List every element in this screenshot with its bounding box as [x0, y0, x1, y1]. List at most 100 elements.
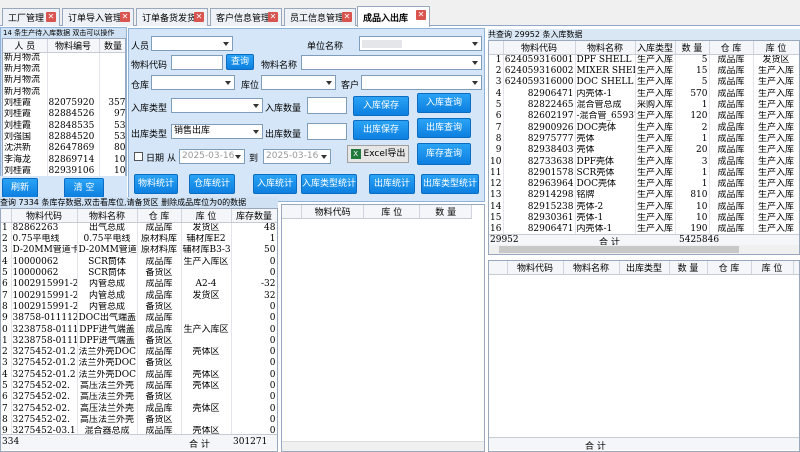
- table-row[interactable]: 1 82862263 出气总成 成品库 发货区 48: [1, 222, 277, 234]
- table-row[interactable]: 6 3275452-02. 高压法兰外壳 备货区 0: [1, 392, 277, 404]
- stock-grid[interactable]: 物料代码 物料名称仓 库库 位库存数量 1 82862263 出气总成 成品库 发货区 48…: [0, 208, 278, 452]
- table-row[interactable]: 1 624059316001 DPF SHELL 生产入库 5 成品库 发货区: [489, 54, 799, 66]
- table-row[interactable]: 9 82938403 壳体 生产入库 20 成品库 生产入库: [489, 145, 799, 157]
- column-header[interactable]: 物料编号: [47, 39, 100, 53]
- horizontal-scrollbar[interactable]: [282, 441, 484, 451]
- pending-row[interactable]: 新月物流: [3, 52, 125, 64]
- column-header[interactable]: 仓 库: [709, 41, 754, 55]
- pending-row[interactable]: 刘桂霞 82884526 97: [3, 109, 125, 121]
- date-to-picker[interactable]: 2025-03-16: [263, 149, 331, 164]
- table-row[interactable]: 14 82915238 壳体-2 生产入库 10 成品库 生产入库: [489, 201, 799, 213]
- column-header[interactable]: 数 量: [419, 205, 472, 219]
- table-row[interactable]: 3 624059316000 DOC SHELL 生产入库 5 成品库 生产入库: [489, 77, 799, 89]
- record-horizontal-scrollbar[interactable]: [489, 245, 799, 254]
- out-stats-button[interactable]: 出库统计: [369, 174, 415, 194]
- table-row[interactable]: 4 10000062 SCR筒体 成品库 生产入库区 0: [1, 256, 277, 268]
- column-header[interactable]: 数 量: [675, 41, 710, 55]
- location-grid[interactable]: 物料代码 库 位 数 量: [281, 204, 485, 452]
- warehouse-select[interactable]: [151, 75, 235, 90]
- table-row[interactable]: 8 1002915991-2 内管总成 备货区 0: [1, 301, 277, 314]
- column-header[interactable]: 库 位: [363, 205, 421, 219]
- table-row[interactable]: 2 3275452-01.2 法兰外壳DOC 成品库 壳体区 0: [1, 346, 277, 359]
- tab-close-icon[interactable]: ✕: [268, 12, 278, 22]
- column-header[interactable]: 人 员: [3, 39, 48, 53]
- column-header[interactable]: 入库类型: [635, 41, 676, 55]
- table-row[interactable]: 7 1002915991-2 内管总成 成品库 发货区 32: [1, 290, 277, 302]
- tab-factory[interactable]: 工厂管理 ✕: [2, 8, 60, 26]
- person-select[interactable]: [151, 36, 233, 51]
- tab-close-icon[interactable]: ✕: [46, 12, 56, 22]
- table-row[interactable]: 5 3275452-02. 高压法兰外壳 成品库 壳体区 0: [1, 380, 277, 393]
- stock-query-button[interactable]: 库存查询: [417, 143, 471, 165]
- date-checkbox[interactable]: [134, 152, 143, 161]
- table-row[interactable]: 5 10000062 SCR筒体 备货区 0: [1, 267, 277, 280]
- table-row[interactable]: 7 82900926 DOC壳体 生产入库 2 成品库 生产入库: [489, 122, 799, 134]
- excel-export-button[interactable]: X Excel导出: [347, 145, 409, 163]
- tab-close-icon[interactable]: ✕: [194, 12, 204, 22]
- tab-product-inout[interactable]: 成品入出库 ✕: [357, 6, 430, 27]
- column-header[interactable]: 库 位: [181, 209, 232, 223]
- column-header[interactable]: [1, 209, 12, 223]
- column-header[interactable]: 物料代码: [11, 209, 78, 223]
- table-row[interactable]: 4 3275452-01.2 法兰外壳DOC 成品库 壳体区 0: [1, 369, 277, 381]
- table-row[interactable]: 9 38758-011112 DOC出气端盖 成品库 0: [1, 313, 277, 325]
- scrollbar-thumb[interactable]: [499, 246, 739, 253]
- clear-button[interactable]: 清 空: [64, 178, 104, 198]
- column-header[interactable]: 库 位: [753, 41, 799, 55]
- column-header[interactable]: 物料代码: [507, 261, 564, 275]
- table-row[interactable]: 3D-20MM管道卡D-20MM管道卡原材料库辅材库B3-350: [1, 245, 277, 257]
- column-header[interactable]: 仓 库: [137, 209, 182, 223]
- table-row[interactable]: 7 3275452-02. 高压法兰外壳 成品库 壳体区 0: [1, 403, 277, 415]
- column-header[interactable]: 物料名称: [77, 209, 138, 223]
- column-header[interactable]: 数 量: [669, 261, 708, 275]
- pending-row[interactable]: 沈洪新 82647869 80: [3, 143, 125, 155]
- column-header[interactable]: 数量: [99, 39, 125, 53]
- table-row[interactable]: 1 3238758-0111 DPF进气端盖 备货区 0: [1, 335, 277, 347]
- out-type-select[interactable]: 销售出库: [171, 124, 263, 139]
- table-row[interactable]: 13 82914298 铭牌 生产入库 810 成品库 生产入库: [489, 190, 799, 202]
- pending-row[interactable]: 新月物流: [3, 75, 125, 87]
- material-code-input[interactable]: [171, 55, 223, 70]
- in-qty-input[interactable]: [307, 97, 347, 114]
- column-header[interactable]: 仓 库: [707, 261, 752, 275]
- tab-order-import[interactable]: 订单导入管理 ✕: [62, 8, 134, 26]
- unit-name-select[interactable]: [359, 36, 482, 51]
- out-save-button[interactable]: 出库保存: [353, 120, 409, 140]
- out-record-grid[interactable]: 物料代码物料名称出库类型数 量仓 库库 位客 合 计: [488, 260, 800, 452]
- column-header[interactable]: 出库类型: [619, 261, 670, 275]
- date-from-picker[interactable]: 2025-03-16: [179, 149, 245, 164]
- column-header[interactable]: [489, 41, 504, 55]
- column-header[interactable]: 客: [793, 261, 799, 275]
- table-row[interactable]: 3 3275452-01.2 法兰外壳DOC 备货区 0: [1, 358, 277, 370]
- table-row[interactable]: 6 1002915991-2 内管总成 成品库 A2-4 -32: [1, 279, 277, 291]
- table-row[interactable]: 4 82906471 内壳体-1 生产入库 570 成品库 生产入库: [489, 88, 799, 100]
- in-stats-button[interactable]: 入库统计: [253, 174, 297, 194]
- column-header[interactable]: 库存数量: [231, 209, 277, 223]
- tab-close-icon[interactable]: ✕: [416, 10, 426, 20]
- customer-select[interactable]: [361, 75, 482, 90]
- material-query-button[interactable]: 查询: [226, 54, 254, 70]
- in-save-button[interactable]: 入库保存: [353, 96, 409, 116]
- table-row[interactable]: 8 82975777 壳体 生产入库 1 成品库 生产入库: [489, 133, 799, 146]
- pending-row[interactable]: 李海龙 82869714 10: [3, 154, 125, 166]
- table-row[interactable]: 5 82822465 混合管总成 采购入库 1 成品库 生产入库: [489, 99, 799, 112]
- pending-row[interactable]: 新月物流: [3, 64, 125, 76]
- table-row[interactable]: 6 82602197 -混合管_65937 生产入库 120 成品库 生产入库: [489, 111, 799, 123]
- pending-row[interactable]: 刘桂霞 82075920 357: [3, 97, 125, 110]
- out-query-button[interactable]: 出库查询: [417, 118, 471, 138]
- in-query-button[interactable]: 入库查询: [417, 93, 471, 113]
- column-header[interactable]: 库 位: [751, 261, 794, 275]
- column-header[interactable]: 物料代码: [301, 205, 365, 219]
- table-row[interactable]: 10 82733638 DPF壳体 生产入库 3 成品库 生产入库: [489, 156, 799, 168]
- tab-close-icon[interactable]: ✕: [342, 12, 352, 22]
- table-row[interactable]: 0 3238758-0111 DPF进气端盖 成品库 生产入库区 0: [1, 324, 277, 336]
- table-row[interactable]: 12 82963964 DOC壳体 生产入库 1 成品库 生产入库: [489, 178, 799, 191]
- material-stats-button[interactable]: 物料统计: [134, 174, 178, 194]
- pending-row[interactable]: 刘桂霞 82848535 53: [3, 120, 125, 132]
- tab-order-shipping[interactable]: 订单备货发货 ✕: [136, 8, 208, 26]
- refresh-button[interactable]: 刷新: [2, 178, 38, 198]
- in-type-select[interactable]: [171, 98, 263, 113]
- column-header[interactable]: 物料名称: [563, 261, 620, 275]
- table-row[interactable]: 2624059316002MIXER SHELL生产入库15成品库生产入库: [489, 66, 799, 78]
- record-grid[interactable]: 物料代码 物料名称 入库类型数 量仓 库库 位 1 624059316001 DPF S…: [488, 40, 800, 255]
